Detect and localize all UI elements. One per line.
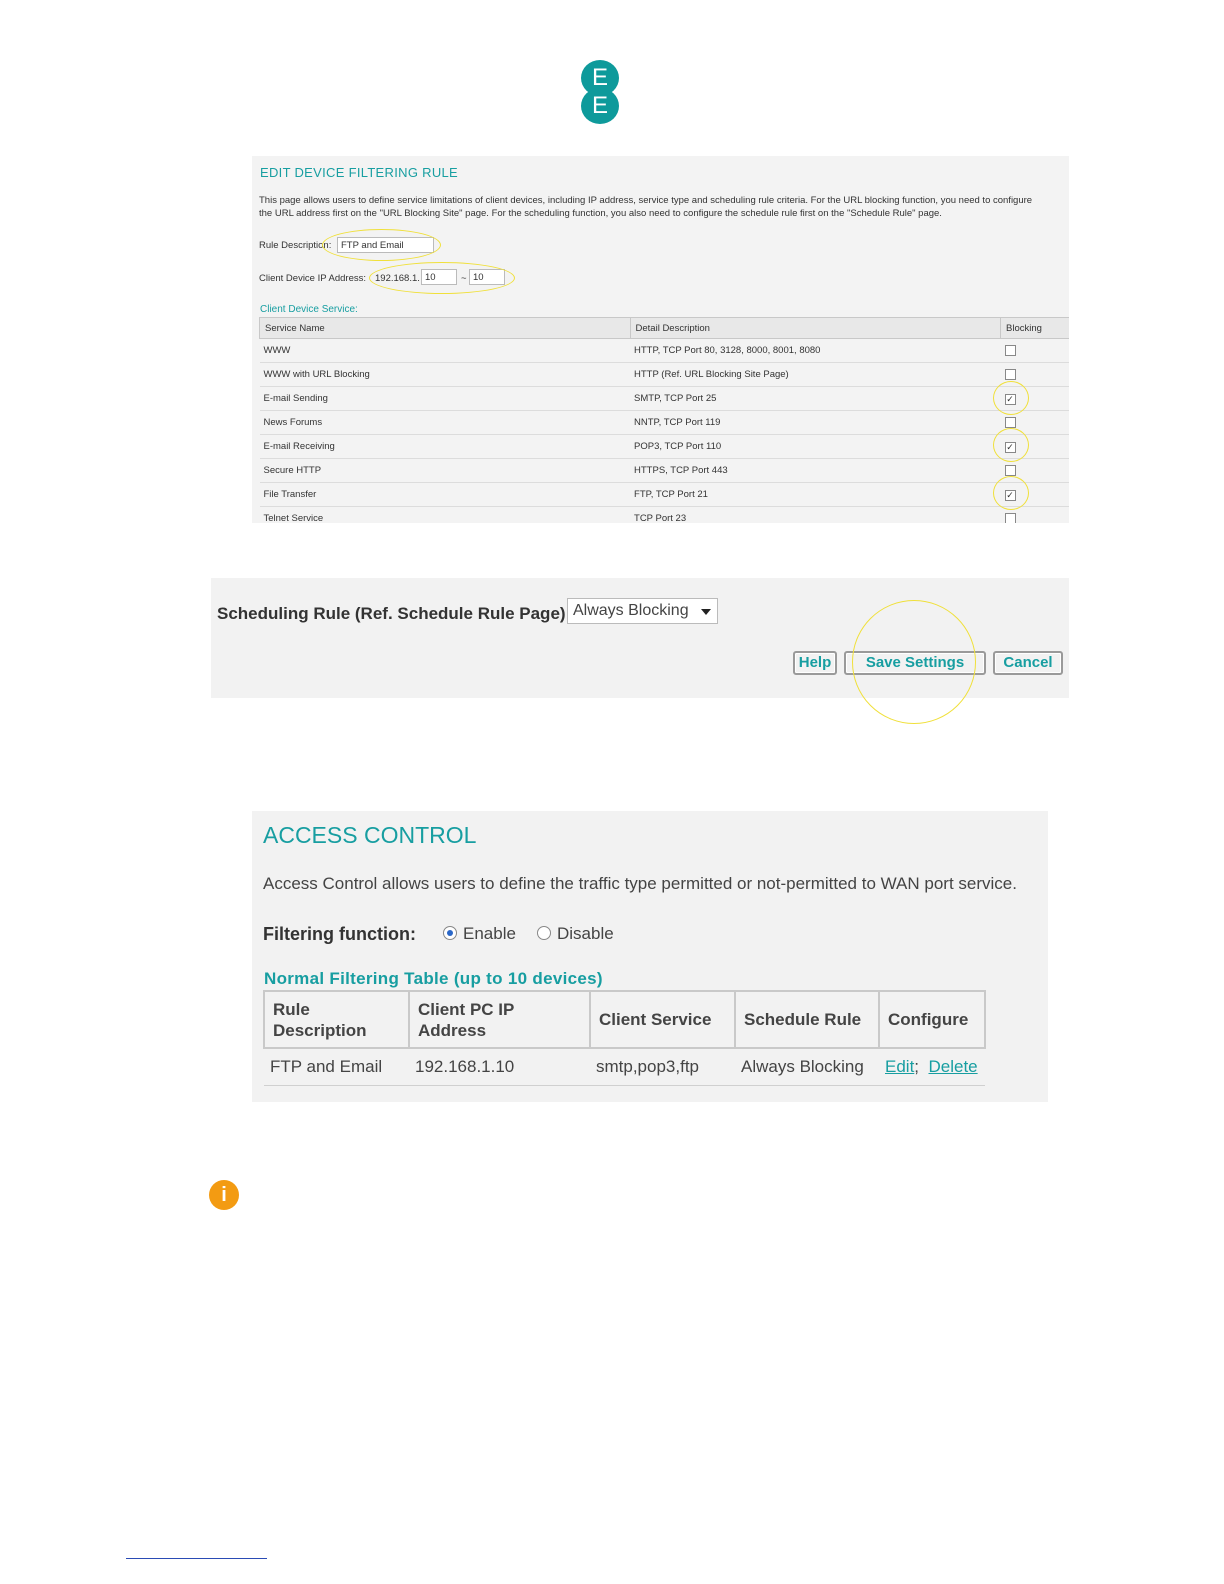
rule-cell: FTP and Email	[264, 1048, 409, 1086]
scheduling-rule-selected: Always Blocking	[573, 602, 689, 619]
intro-line-1: This page allows users to define service…	[259, 195, 1033, 206]
table-row: E-mail Sending SMTP, TCP Port 25 ✓	[259, 386, 1069, 411]
table-header-row: Rule Description Client PC IP Address Cl…	[263, 990, 986, 1049]
chevron-down-icon	[701, 609, 711, 615]
service-cell: smtp,pop3,ftp	[590, 1048, 735, 1086]
service-detail: NNTP, TCP Port 119	[630, 410, 1001, 435]
blocking-checkbox[interactable]	[1004, 368, 1016, 380]
highlight-circle	[852, 600, 976, 724]
enable-label: Enable	[463, 924, 516, 943]
scheduling-rule-label: Scheduling Rule (Ref. Schedule Rule Page…	[217, 604, 572, 623]
filtering-function-label: Filtering function:	[263, 924, 416, 944]
table-row: News Forums NNTP, TCP Port 119	[259, 410, 1069, 435]
header-line: Rule	[273, 999, 310, 1019]
table-row: File Transfer FTP, TCP Port 21 ✓	[259, 482, 1069, 507]
footnote-divider	[126, 1558, 267, 1559]
link-separator: ;	[914, 1057, 920, 1076]
scheduling-rule-select[interactable]: Always Blocking	[567, 598, 718, 624]
access-control-title: ACCESS CONTROL	[263, 822, 477, 848]
column-header-configure: Configure	[878, 990, 986, 1049]
service-detail: POP3, TCP Port 110	[630, 434, 1001, 459]
filtering-table: Rule Description Client PC IP Address Cl…	[263, 990, 986, 1086]
client-ip-label: Client Device IP Address:	[259, 273, 367, 284]
column-header-service: Client Service	[589, 990, 736, 1049]
rule-description-label: Rule Description:	[259, 240, 332, 251]
table-row: Secure HTTP HTTPS, TCP Port 443	[259, 458, 1069, 483]
edit-link[interactable]: Edit	[885, 1057, 914, 1076]
normal-filtering-table-title: Normal Filtering Table (up to 10 devices…	[264, 969, 603, 988]
edit-device-filtering-rule-panel: EDIT DEVICE FILTERING RULE This page all…	[252, 156, 1069, 523]
table-row: FTP and Email 192.168.1.10 smtp,pop3,ftp…	[264, 1048, 985, 1086]
service-detail: TCP Port 23	[630, 506, 1001, 523]
enable-radio[interactable]	[443, 926, 457, 940]
cancel-button[interactable]: Cancel	[993, 651, 1063, 675]
delete-link[interactable]: Delete	[928, 1057, 977, 1076]
blocking-checkbox[interactable]	[1004, 416, 1016, 428]
column-header: Service Name	[259, 317, 631, 339]
configure-cell: Edit; Delete	[879, 1048, 985, 1086]
highlight-circle	[369, 262, 515, 294]
service-name: Secure HTTP	[259, 458, 631, 483]
ee-logo: E E	[581, 60, 619, 124]
page-title: EDIT DEVICE FILTERING RULE	[260, 165, 459, 180]
service-detail: HTTP (Ref. URL Blocking Site Page)	[630, 362, 1001, 387]
table-row: Telnet Service TCP Port 23	[259, 506, 1069, 523]
access-control-description: Access Control allows users to define th…	[263, 874, 1017, 893]
service-name: WWW	[259, 338, 631, 363]
service-name: News Forums	[259, 410, 631, 435]
intro-text: This page allows users to define service…	[259, 195, 1069, 220]
highlight-circle	[322, 229, 441, 261]
info-icon: i	[209, 1180, 239, 1210]
blocking-checkbox[interactable]	[1004, 512, 1016, 523]
table-row: WWW with URL Blocking HTTP (Ref. URL Blo…	[259, 362, 1069, 387]
service-name: E-mail Sending	[259, 386, 631, 411]
highlight-circle	[993, 381, 1029, 415]
schedule-cell: Always Blocking	[735, 1048, 879, 1086]
header-line: Address	[418, 1020, 487, 1040]
service-name: E-mail Receiving	[259, 434, 631, 459]
blocking-checkbox[interactable]	[1004, 344, 1016, 356]
highlight-circle	[993, 428, 1029, 462]
service-detail: SMTP, TCP Port 25	[630, 386, 1001, 411]
service-name: Telnet Service	[259, 506, 631, 523]
radio-selected-dot	[447, 930, 453, 936]
service-name: File Transfer	[259, 482, 631, 507]
ip-cell: 192.168.1.10	[409, 1048, 590, 1086]
column-header-rule: Rule Description	[263, 990, 410, 1049]
service-detail: FTP, TCP Port 21	[630, 482, 1001, 507]
client-device-service-title: Client Device Service:	[260, 304, 358, 315]
table-header-row: Service Name Detail Description Blocking	[259, 317, 1069, 339]
disable-radio[interactable]	[537, 926, 551, 940]
service-detail: HTTP, TCP Port 80, 3128, 8000, 8001, 808…	[630, 338, 1001, 363]
service-table: Service Name Detail Description Blocking…	[259, 317, 1069, 523]
column-header-ip: Client PC IP Address	[408, 990, 591, 1049]
logo-letter-bottom: E	[581, 88, 619, 124]
highlight-circle	[993, 476, 1029, 510]
intro-line-2: the URL address first on the "URL Blocki…	[259, 207, 942, 219]
service-detail: HTTPS, TCP Port 443	[630, 458, 1001, 483]
help-button[interactable]: Help	[793, 651, 837, 675]
access-control-panel: ACCESS CONTROL Access Control allows use…	[252, 811, 1048, 1102]
disable-label: Disable	[557, 924, 614, 943]
blocking-checkbox[interactable]	[1004, 464, 1016, 476]
column-header-schedule: Schedule Rule	[734, 990, 880, 1049]
header-line: Client PC IP	[418, 999, 515, 1019]
column-header: Blocking	[1000, 317, 1069, 339]
header-line: Description	[273, 1020, 367, 1040]
table-row: WWW HTTP, TCP Port 80, 3128, 8000, 8001,…	[259, 338, 1069, 363]
table-row: E-mail Receiving POP3, TCP Port 110 ✓	[259, 434, 1069, 459]
service-name: WWW with URL Blocking	[259, 362, 631, 387]
column-header: Detail Description	[629, 317, 1002, 339]
